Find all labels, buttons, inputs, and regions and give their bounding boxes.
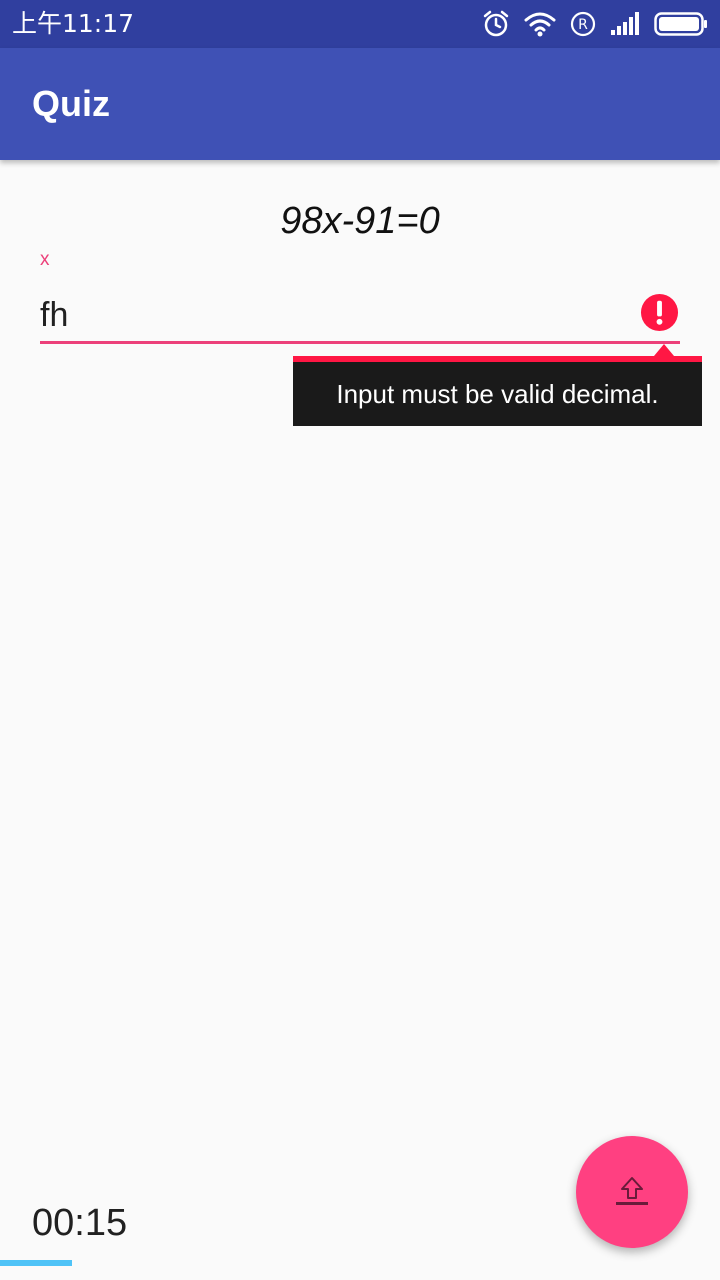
wifi-icon [524,12,556,37]
status-icons: R [482,8,708,40]
quiz-screen: 上午11:17 R Quiz 98x-91=0 x fh Input must … [0,0,720,1280]
alarm-icon [483,10,509,37]
signal-icon [611,12,639,35]
app-title: Quiz [32,83,110,124]
timer-progress-fill [0,1260,72,1266]
status-time: 上午11:17 [12,9,135,38]
answer-field-label: x [40,249,50,270]
status-bar: 上午11:17 R [0,0,720,48]
timer-progress-bar [0,1260,720,1266]
answer-input[interactable] [40,292,620,338]
error-message: Input must be valid decimal. [336,379,659,409]
error-icon [640,293,679,332]
error-popup: Input must be valid decimal. [293,356,702,426]
upload-icon [616,1177,648,1205]
battery-icon [654,12,707,36]
timer-text: 00:15 [32,1202,128,1244]
question-equation: 98x-91=0 [280,200,440,242]
submit-fab[interactable] [576,1136,688,1248]
roaming-icon: R [570,11,596,37]
error-popup-arrow [654,344,674,356]
svg-text:R: R [578,17,588,33]
answer-field-underline [40,341,680,344]
app-bar: Quiz [0,48,720,160]
